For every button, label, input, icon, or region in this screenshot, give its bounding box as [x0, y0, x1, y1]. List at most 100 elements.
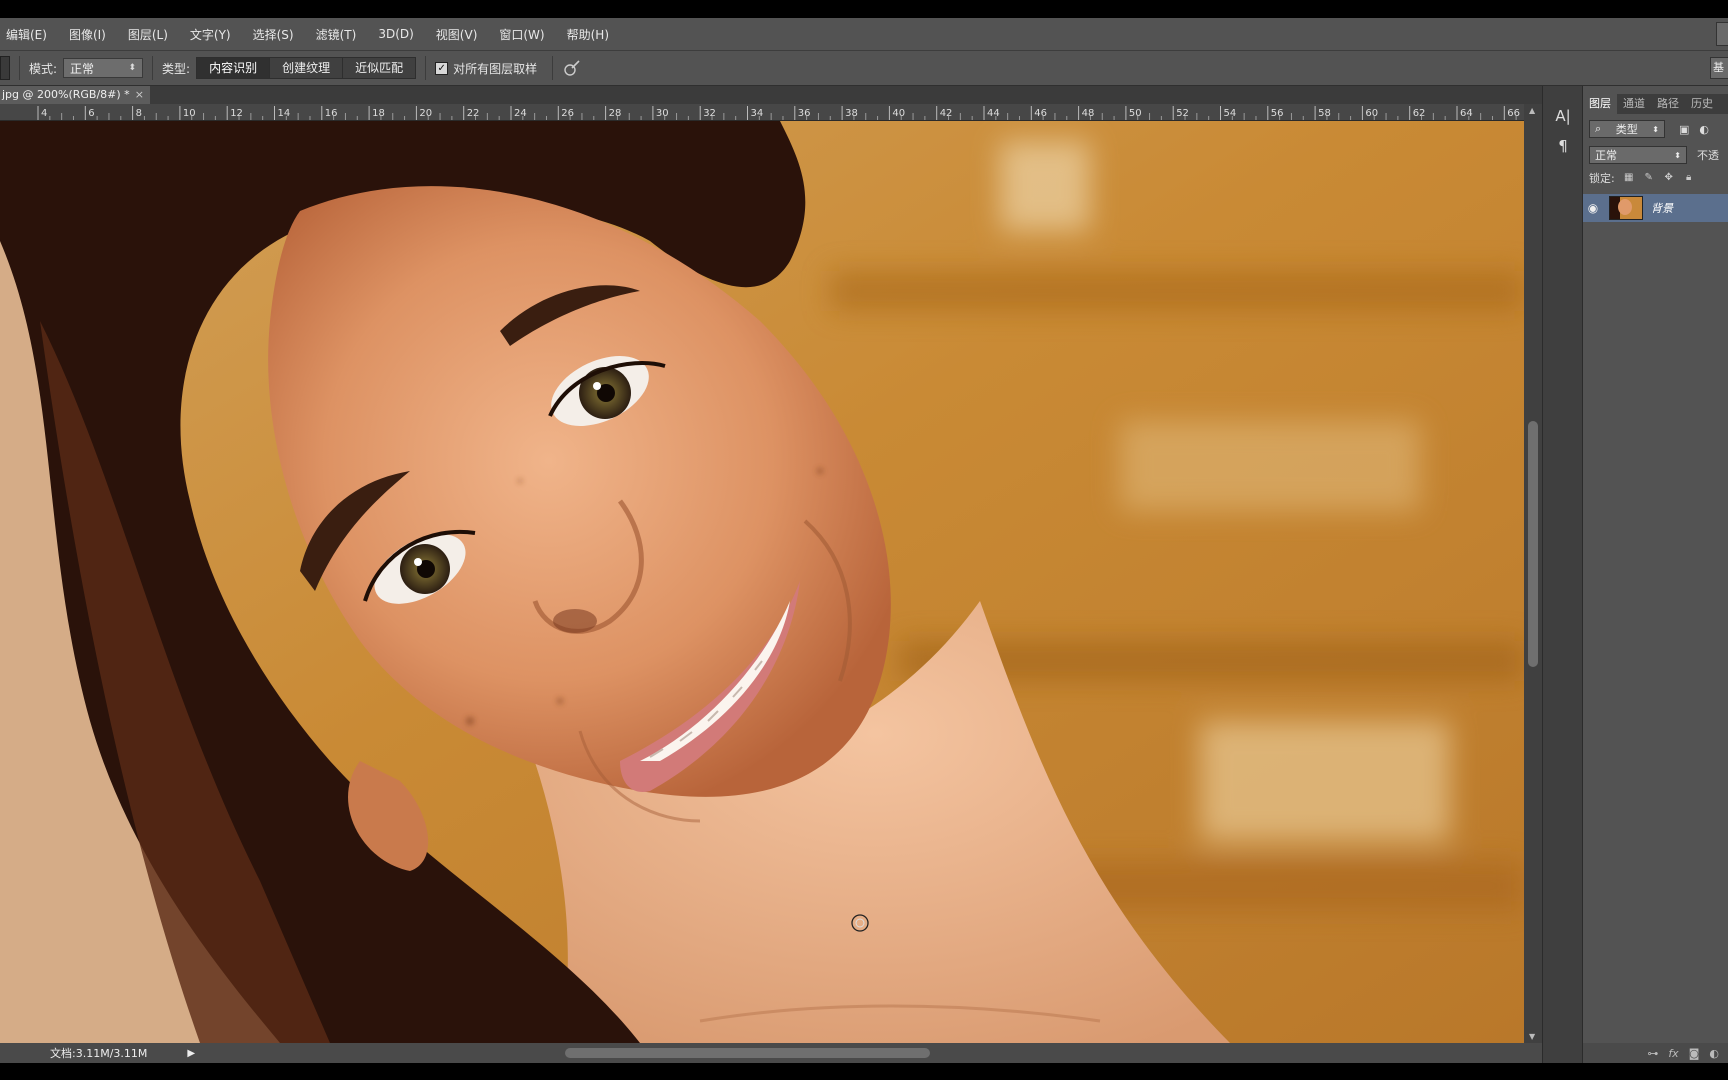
- ruler-label: 64: [1460, 108, 1473, 119]
- tool-preset-picker[interactable]: [0, 56, 10, 80]
- layer-filter-row: ⌕ 类型 ⬍ ▣ ◐: [1589, 120, 1709, 138]
- document-size-info[interactable]: 文档:3.11M/3.11M: [50, 1045, 147, 1061]
- menu-layer[interactable]: 图层(L): [128, 26, 168, 43]
- image-canvas[interactable]: [0, 121, 1524, 1043]
- mode-select[interactable]: 正常 ⬍: [63, 58, 144, 78]
- ruler-label: 44: [987, 108, 1000, 119]
- menu-help[interactable]: 帮助(H): [567, 26, 609, 43]
- ruler-label: 16: [325, 108, 338, 119]
- ruler-label: 14: [278, 108, 291, 119]
- horizontal-scroll-thumb[interactable]: [565, 1048, 930, 1058]
- ruler-label: 52: [1176, 108, 1189, 119]
- vertical-scroll-thumb[interactable]: [1528, 421, 1538, 667]
- character-panel-icon[interactable]: A|: [1551, 104, 1575, 128]
- ruler-label: 8: [136, 108, 142, 119]
- adjustment-filter-icon[interactable]: ◐: [1699, 123, 1709, 136]
- workspace-switcher[interactable]: 基: [1710, 57, 1728, 79]
- letterbox-bottom: [0, 1063, 1728, 1080]
- type-segmented-control: 内容识别 创建纹理 近似匹配: [196, 57, 417, 79]
- proximity-match-button[interactable]: 近似匹配: [343, 58, 415, 78]
- content-aware-button[interactable]: 内容识别: [197, 58, 271, 78]
- layer-row-background[interactable]: ◉ 背景: [1583, 194, 1728, 222]
- ruler-ticks: 4 6 8 10 12 14 16 18 20 22 24 26 28 30 32 34 36 38 40 42 44 4…: [37, 106, 1528, 120]
- layer-thumbnail-image: [1610, 197, 1642, 219]
- ruler-label: 20: [419, 108, 432, 119]
- menu-filter[interactable]: 滤镜(T): [316, 26, 357, 43]
- layer-filter-select[interactable]: ⌕ 类型 ⬍: [1589, 120, 1665, 138]
- opacity-label: 不透: [1697, 149, 1719, 162]
- visibility-eye-icon[interactable]: ◉: [1583, 201, 1603, 215]
- sample-all-layers-label: 对所有图层取样: [453, 61, 538, 76]
- mode-value: 正常: [70, 61, 95, 76]
- close-icon[interactable]: ×: [135, 86, 144, 104]
- ruler-label: 48: [1082, 108, 1095, 119]
- layers-panel-tabs: 图层 通道 路径 历史: [1583, 94, 1728, 114]
- menu-select[interactable]: 选择(S): [253, 26, 294, 43]
- ruler-label: 26: [561, 108, 574, 119]
- scroll-up-icon[interactable]: ▲: [1529, 106, 1535, 115]
- search-icon: ⌕: [1595, 122, 1602, 135]
- image-filter-icon[interactable]: ▣: [1679, 123, 1689, 136]
- create-texture-button[interactable]: 创建纹理: [270, 58, 344, 78]
- updown-arrow-icon: ⬍: [1674, 150, 1681, 160]
- document-tab[interactable]: jpg @ 200%(RGB/8#) * ×: [0, 86, 150, 104]
- horizontal-scrollbar[interactable]: [190, 1045, 1520, 1061]
- lock-transparent-icon[interactable]: ▦: [1623, 172, 1635, 184]
- fx-icon[interactable]: fx: [1668, 1047, 1678, 1060]
- ruler-label: 50: [1129, 108, 1142, 119]
- collapsed-panel-dock: A| ¶: [1542, 86, 1583, 1063]
- menu-edit[interactable]: 编辑(E): [6, 26, 47, 43]
- blend-mode-row: 正常 ⬍ 不透: [1589, 146, 1719, 164]
- tab-layers[interactable]: 图层: [1583, 94, 1617, 114]
- menu-view[interactable]: 视图(V): [436, 26, 478, 43]
- portrait-photo: [0, 121, 1524, 1043]
- ruler-label: 28: [609, 108, 622, 119]
- blend-mode-value: 正常: [1595, 149, 1617, 162]
- menu-window[interactable]: 窗口(W): [499, 26, 544, 43]
- updown-arrow-icon: ⬍: [1652, 124, 1659, 134]
- adjustment-icon[interactable]: ◐: [1709, 1047, 1719, 1060]
- lock-row: 锁定: ▦ ✎ ✥ 🔒︎: [1589, 170, 1695, 186]
- options-bar: 模式: 正常 ⬍ 类型: 内容识别 创建纹理 近似匹配 ✓ 对所有图层取样 基: [0, 51, 1728, 86]
- layers-panel: 图层 通道 路径 历史 ⌕ 类型 ⬍ ▣ ◐ 正常 ⬍ 不透 锁定: ▦ ✎ ✥…: [1582, 86, 1728, 1063]
- sample-all-layers-checkbox[interactable]: ✓: [435, 61, 449, 75]
- link-icon[interactable]: ⊶: [1647, 1047, 1658, 1060]
- blend-mode-select[interactable]: 正常 ⬍: [1589, 146, 1687, 164]
- ruler-label: 12: [230, 108, 243, 119]
- ruler-label: 42: [940, 108, 953, 119]
- mode-label: 模式:: [29, 61, 58, 76]
- workspace-button[interactable]: [1716, 22, 1728, 46]
- tab-paths[interactable]: 路径: [1651, 94, 1685, 114]
- horizontal-ruler[interactable]: 4 6 8 10 12 14 16 18 20 22 24 26 28 30 32 34 36 38 40 42 44 4…: [0, 104, 1528, 121]
- tab-history[interactable]: 历史: [1685, 94, 1719, 114]
- lock-all-icon[interactable]: 🔒︎: [1683, 172, 1695, 184]
- ruler-label: 18: [372, 108, 385, 119]
- ruler-label: 36: [798, 108, 811, 119]
- pressure-brush-icon[interactable]: [562, 58, 582, 78]
- tab-channels[interactable]: 通道: [1617, 94, 1651, 114]
- layer-filter-value: 类型: [1615, 123, 1638, 136]
- menu-3d[interactable]: 3D(D): [378, 27, 413, 41]
- menu-bar: 编辑(E) 图像(I) 图层(L) 文字(Y) 选择(S) 滤镜(T) 3D(D…: [0, 18, 1728, 51]
- ruler-label: 56: [1271, 108, 1284, 119]
- layer-thumbnail: [1609, 196, 1643, 220]
- ruler-label: 30: [656, 108, 669, 119]
- ruler-label: 40: [892, 108, 905, 119]
- vertical-scrollbar[interactable]: ▲ ▼: [1524, 104, 1542, 1043]
- lock-position-icon[interactable]: ✥: [1663, 172, 1675, 184]
- ruler-label: 4: [41, 108, 47, 119]
- ruler-label: 66: [1507, 108, 1520, 119]
- mask-icon[interactable]: ◙: [1689, 1047, 1700, 1060]
- separator: [19, 56, 20, 80]
- document-title: jpg @ 200%(RGB/8#) *: [2, 88, 130, 101]
- ruler-label: 54: [1224, 108, 1237, 119]
- separator: [152, 56, 154, 80]
- paragraph-panel-icon[interactable]: ¶: [1551, 134, 1575, 158]
- lock-pixels-icon[interactable]: ✎: [1643, 172, 1655, 184]
- menu-image[interactable]: 图像(I): [69, 26, 106, 43]
- menu-type[interactable]: 文字(Y): [190, 26, 231, 43]
- ruler-label: 10: [183, 108, 196, 119]
- ruler-label: 32: [703, 108, 716, 119]
- scroll-down-icon[interactable]: ▼: [1529, 1032, 1535, 1041]
- ruler-label: 34: [751, 108, 764, 119]
